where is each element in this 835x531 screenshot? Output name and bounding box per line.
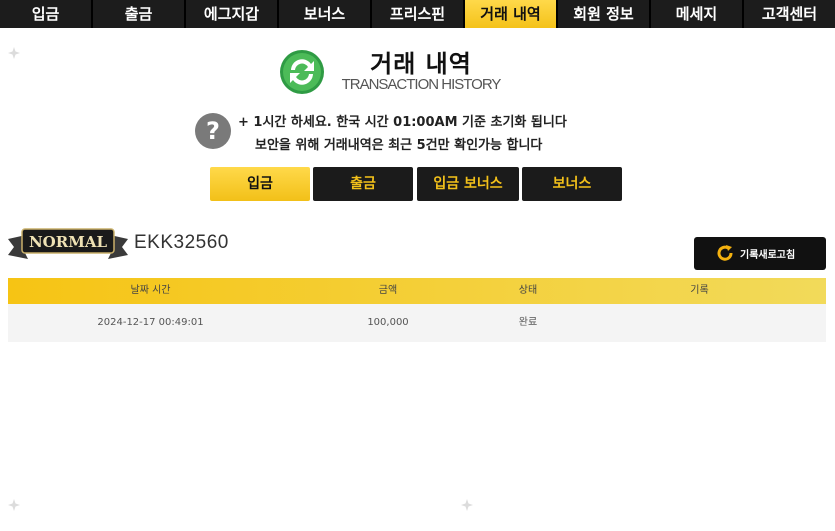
cell-note (573, 304, 826, 342)
notice-line-1: + 1시간 하세요. 한국 시간 01:00AM 기준 초기화 됩니다 (238, 115, 567, 130)
question-icon: ? (195, 113, 231, 149)
refresh-history-label: 기록새로고침 (740, 250, 796, 261)
nav-tab-transaction-history[interactable]: 거래 내역 (465, 0, 558, 28)
subtab-withdraw[interactable]: 출금 (313, 167, 413, 201)
column-header-datetime: 날짜 시간 (130, 285, 171, 296)
nav-tab-messages[interactable]: 메세지 (651, 0, 744, 28)
top-nav: 입금 출금 에그지갑 보너스 프리스핀 거래 내역 회원 정보 메세지 고객센터 (0, 0, 835, 28)
level-badge: NORMAL (8, 228, 128, 259)
nav-tab-withdraw[interactable]: 출금 (93, 0, 186, 28)
page-subtitle: TRANSACTION HISTORY (341, 76, 502, 93)
subtab-deposit-bonus[interactable]: 입금 보너스 (417, 167, 519, 201)
table-row: 2024-12-17 00:49:01 100,000 완료 (8, 304, 826, 342)
cell-amount: 100,000 (367, 317, 409, 328)
table-header: 날짜 시간 금액 상태 기록 (8, 278, 826, 304)
nav-tab-egg-wallet[interactable]: 에그지갑 (186, 0, 279, 28)
column-header-status: 상태 (518, 285, 538, 296)
sparkle-icon (8, 499, 20, 511)
refresh-history-button[interactable]: 기록새로고침 (694, 237, 826, 270)
subtab-deposit[interactable]: 입금 (210, 167, 310, 201)
subtab-bonus[interactable]: 보너스 (522, 167, 622, 201)
page-title: 거래 내역 (370, 50, 472, 78)
refresh-circle-icon (280, 50, 324, 94)
nav-tab-customer-center[interactable]: 고객센터 (744, 0, 835, 28)
nav-tab-free-spin[interactable]: 프리스핀 (372, 0, 465, 28)
cell-status: 완료 (518, 317, 538, 328)
sparkle-icon (461, 499, 473, 511)
nav-tab-member-info[interactable]: 회원 정보 (558, 0, 651, 28)
nav-tab-deposit[interactable]: 입금 (0, 0, 93, 28)
column-header-amount: 금액 (378, 285, 398, 296)
cell-datetime: 2024-12-17 00:49:01 (97, 317, 204, 328)
column-header-note: 기록 (690, 285, 709, 296)
sparkle-icon (8, 47, 20, 59)
level-badge-text: NORMAL (29, 233, 107, 251)
refresh-icon (717, 245, 733, 261)
notice-line-2: 보안을 위해 거래내역은 최근 5건만 확인가능 합니다 (255, 138, 543, 153)
username: EKK32560 (134, 232, 229, 253)
nav-tab-bonus[interactable]: 보너스 (279, 0, 372, 28)
